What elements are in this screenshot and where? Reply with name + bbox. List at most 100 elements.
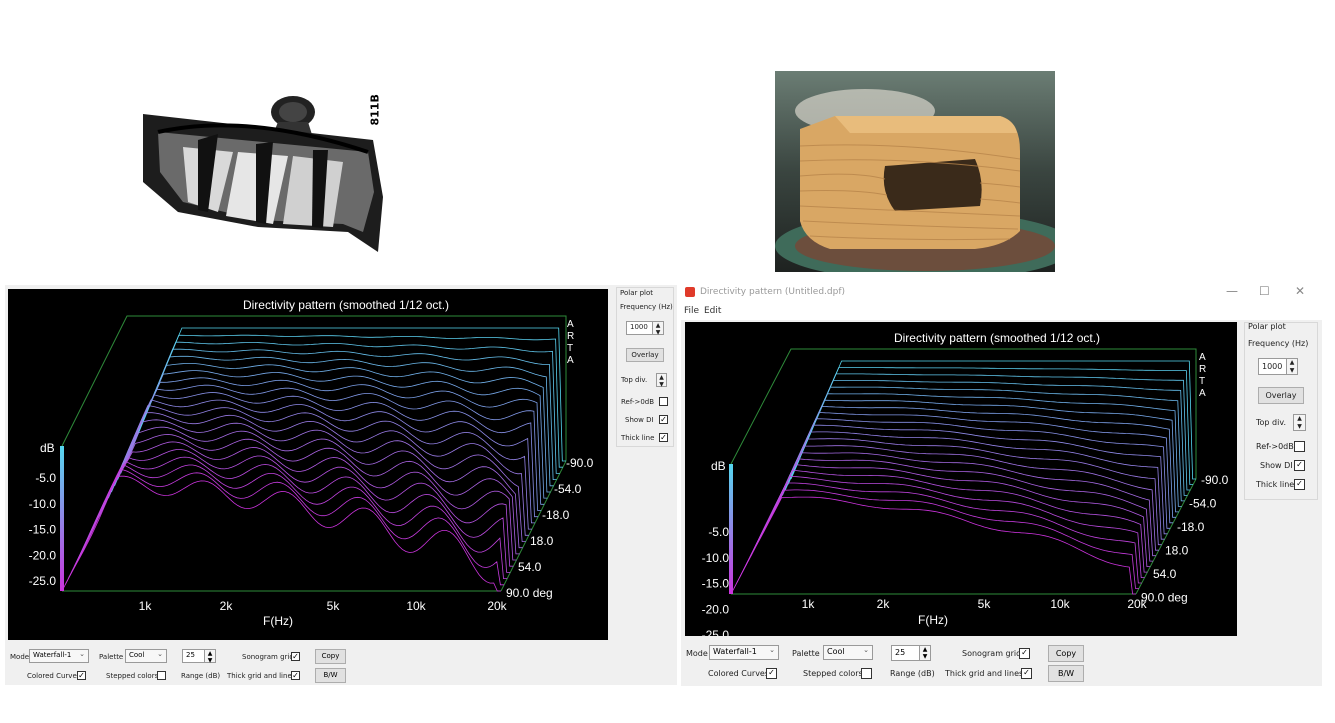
x-tick-label: 1k (802, 597, 816, 611)
angle-tick-label: -54.0 (1189, 497, 1217, 511)
overlay-button[interactable]: Overlay (1258, 387, 1304, 404)
top-div-spinner[interactable]: ▲ ▼ (1293, 414, 1306, 431)
palette-label: Palette (99, 653, 124, 661)
frequency-label: Frequency (Hz) (1248, 339, 1309, 348)
overlay-button[interactable]: Overlay (626, 348, 664, 362)
colored-curves-checkbox[interactable]: ✓ (766, 668, 777, 679)
waterfall-curve (67, 464, 508, 580)
thick-grid-label: Thick grid and lines (945, 669, 1024, 678)
top-div-label: Top div. (621, 376, 648, 384)
angle-tick-label: 54.0 (1153, 567, 1177, 581)
y-tick-label: -20.0 (29, 548, 57, 562)
y-tick-label: -25.0 (702, 628, 730, 636)
waterfall-curve (111, 363, 551, 493)
show-di-checkbox[interactable]: ✓ (1294, 460, 1305, 471)
bw-button[interactable]: B/W (315, 668, 346, 683)
sonogram-grid-checkbox[interactable]: ✓ (291, 652, 300, 661)
stepped-colors-checkbox[interactable] (157, 671, 166, 680)
range-spinner[interactable]: 25 ▲ ▼ (891, 645, 931, 661)
angle-tick-label: -54.0 (554, 482, 582, 496)
angle-tick-label: -90.0 (1201, 473, 1229, 487)
mode-select[interactable]: Waterfall-1 ⌄ (709, 645, 779, 660)
waterfall-curve (77, 441, 517, 561)
frequency-spinner[interactable]: 1000 ▲ ▼ (626, 321, 664, 336)
copy-button[interactable]: Copy (1048, 645, 1084, 662)
thick-grid-label: Thick grid and lines (227, 672, 296, 680)
plot-title: Directivity pattern (smoothed 1/12 oct.) (243, 298, 449, 312)
colored-curves-checkbox[interactable]: ✓ (77, 671, 86, 680)
x-tick-label: 2k (220, 599, 234, 613)
y-tick-label: -10.0 (702, 551, 730, 565)
waterfall-curve (764, 418, 1171, 529)
horn-photo-811b: 811B (138, 92, 390, 256)
left-plot-area: Directivity pattern (smoothed 1/12 oct.)… (8, 289, 608, 640)
mode-label: Mode (686, 649, 708, 658)
svg-text:A: A (1199, 388, 1206, 399)
svg-text:R: R (1199, 364, 1206, 375)
thick-grid-checkbox[interactable]: ✓ (1021, 668, 1032, 679)
minimize-icon[interactable]: — (1226, 284, 1238, 298)
show-di-label: Show DI (625, 416, 654, 424)
ref-0db-label: Ref->0dB (1256, 442, 1294, 451)
waterfall-curve (80, 434, 520, 555)
left-directivity-window: Directivity pattern (smoothed 1/12 oct.)… (5, 285, 677, 685)
waterfall-curve (730, 496, 1136, 595)
x-tick-label: 5k (327, 599, 341, 613)
chevron-down-icon: ⌄ (157, 650, 163, 658)
top-div-spinner[interactable]: ▲ ▼ (656, 373, 667, 388)
close-icon[interactable]: ✕ (1295, 284, 1305, 298)
waterfall-curve (750, 452, 1156, 557)
angle-tick-label: 90.0 deg (506, 586, 553, 600)
thick-line-label: Thick line (1256, 480, 1295, 489)
plywood-horn-photo (775, 71, 1055, 272)
color-scale-bar (729, 464, 733, 594)
right-polar-plot-group: Polar plot Frequency (Hz) 1000 ▲ ▼ Overla… (1244, 322, 1318, 500)
waterfall-curve (64, 468, 505, 586)
bw-button[interactable]: B/W (1048, 665, 1084, 682)
show-di-checkbox[interactable]: ✓ (659, 415, 668, 424)
y-tick-label: -5.0 (35, 471, 56, 485)
palette-label: Palette (792, 649, 820, 658)
frequency-spinner[interactable]: 1000 ▲ ▼ (1258, 358, 1298, 375)
chevron-down-icon: ⌄ (769, 646, 775, 654)
mode-select[interactable]: Waterfall-1 ⌄ (29, 649, 89, 663)
waterfall-curve (787, 367, 1194, 485)
waterfall-curve (744, 464, 1151, 568)
svg-text:T: T (567, 343, 573, 354)
stepped-colors-checkbox[interactable] (861, 668, 872, 679)
svg-text:T: T (1199, 376, 1205, 387)
chevron-down-icon: ⌄ (79, 650, 85, 658)
ref-0db-checkbox[interactable] (1294, 441, 1305, 452)
menu-file[interactable]: File (684, 306, 699, 316)
y-tick-label: -20.0 (702, 602, 730, 616)
polar-plot-title: Polar plot (1248, 322, 1286, 331)
x-tick-label: 5k (978, 597, 992, 611)
x-tick-label: 1k (139, 599, 153, 613)
range-spinner[interactable]: 25 ▲ ▼ (182, 649, 216, 664)
right-waterfall-chart: Directivity pattern (smoothed 1/12 oct.)… (702, 331, 1229, 636)
thick-line-checkbox[interactable]: ✓ (659, 433, 668, 442)
plot-title: Directivity pattern (smoothed 1/12 oct.) (894, 331, 1100, 345)
angle-tick-label: -18.0 (1177, 520, 1205, 534)
menu-edit[interactable]: Edit (704, 306, 721, 316)
horn-model-label: 811B (368, 94, 382, 126)
copy-button[interactable]: Copy (315, 649, 346, 664)
waterfall-curve (736, 482, 1142, 584)
maximize-icon[interactable]: ☐ (1259, 284, 1270, 298)
left-waterfall-chart: Directivity pattern (smoothed 1/12 oct.)… (29, 298, 594, 628)
y-tick-label: -15.0 (29, 523, 57, 537)
sonogram-grid-checkbox[interactable]: ✓ (1019, 648, 1030, 659)
ref-0db-checkbox[interactable] (659, 397, 668, 406)
range-db-label: Range (dB) (181, 672, 221, 680)
palette-select[interactable]: Cool ⌄ (125, 649, 167, 663)
svg-text:A: A (567, 355, 574, 366)
thick-line-label: Thick line (621, 434, 655, 442)
x-tick-label: 10k (1050, 597, 1070, 611)
thick-grid-checkbox[interactable]: ✓ (291, 671, 300, 680)
thick-line-checkbox[interactable]: ✓ (1294, 479, 1305, 490)
colored-curves-label: Colored Curves (708, 669, 770, 678)
chevron-down-icon: ⌄ (863, 646, 869, 654)
palette-select[interactable]: Cool ⌄ (823, 645, 873, 660)
y-tick-label: -10.0 (29, 497, 57, 511)
angle-tick-label: 18.0 (530, 534, 554, 548)
